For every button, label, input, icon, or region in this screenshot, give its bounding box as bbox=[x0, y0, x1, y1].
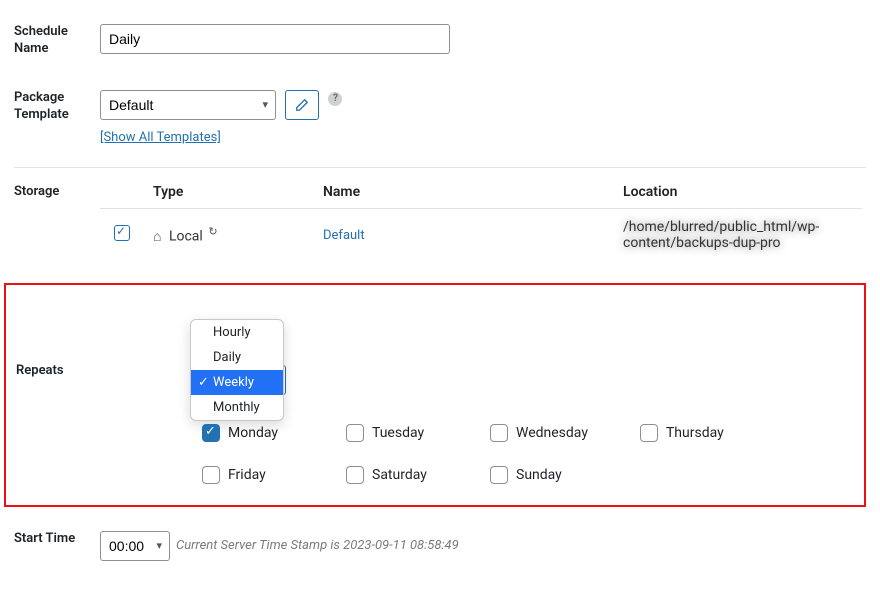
storage-label: Storage bbox=[14, 176, 100, 283]
storage-header-location: Location bbox=[613, 176, 862, 209]
start-time-select[interactable]: 00:00 bbox=[100, 531, 170, 561]
day-sunday[interactable]: Sunday bbox=[486, 463, 582, 487]
day-friday[interactable]: Friday bbox=[198, 463, 294, 487]
repeats-dropdown[interactable]: Hourly Daily Weekly Monthly bbox=[190, 319, 284, 421]
refresh-icon: ↻ bbox=[208, 225, 217, 238]
day-sunday-checkbox[interactable] bbox=[490, 466, 508, 484]
day-saturday-checkbox[interactable] bbox=[346, 466, 364, 484]
server-time-hint: Current Server Time Stamp is 2023-09-11 … bbox=[176, 538, 459, 553]
storage-header-name: Name bbox=[313, 176, 613, 209]
storage-row-checkbox[interactable] bbox=[114, 225, 130, 241]
repeats-option-hourly[interactable]: Hourly bbox=[191, 320, 283, 345]
repeats-option-daily[interactable]: Daily bbox=[191, 345, 283, 370]
repeats-option-monthly[interactable]: Monthly bbox=[191, 395, 283, 420]
edit-template-button[interactable] bbox=[285, 90, 319, 120]
start-time-label: Start Time bbox=[14, 521, 100, 583]
day-wednesday[interactable]: Wednesday bbox=[486, 421, 588, 445]
day-wednesday-checkbox[interactable] bbox=[490, 424, 508, 442]
package-template-select[interactable]: Default bbox=[100, 90, 276, 120]
day-thursday[interactable]: Thursday bbox=[636, 421, 732, 445]
schedule-name-input[interactable] bbox=[100, 24, 450, 54]
repeats-label: Repeats bbox=[16, 303, 102, 487]
storage-location: /home/blurred/public_html/wp-content/bac… bbox=[613, 208, 862, 261]
day-tuesday[interactable]: Tuesday bbox=[342, 421, 438, 445]
day-saturday[interactable]: Saturday bbox=[342, 463, 438, 487]
help-icon[interactable]: ? bbox=[328, 92, 342, 106]
drive-icon: ⌂ bbox=[153, 229, 161, 245]
repeats-option-weekly[interactable]: Weekly bbox=[191, 370, 283, 395]
storage-name-link[interactable]: Default bbox=[323, 228, 365, 243]
storage-header-type: Type bbox=[143, 176, 313, 209]
day-monday[interactable]: Monday bbox=[198, 421, 294, 445]
show-all-templates-link[interactable]: [Show All Templates] bbox=[100, 130, 221, 145]
storage-type: Local bbox=[169, 229, 203, 245]
package-template-label: Package Template bbox=[14, 80, 100, 167]
day-thursday-checkbox[interactable] bbox=[640, 424, 658, 442]
pencil-icon bbox=[295, 98, 309, 112]
day-monday-checkbox[interactable] bbox=[202, 424, 220, 442]
repeats-section: Repeats Hourly Daily Weekly Monthly Mond… bbox=[4, 283, 866, 507]
table-row: ⌂ Local ↻ Default /home/blurred/public_h… bbox=[100, 208, 862, 261]
schedule-name-label: Schedule Name bbox=[14, 14, 100, 80]
storage-table: Type Name Location ⌂ Local ↻ Default /ho… bbox=[100, 176, 862, 261]
day-friday-checkbox[interactable] bbox=[202, 466, 220, 484]
day-tuesday-checkbox[interactable] bbox=[346, 424, 364, 442]
